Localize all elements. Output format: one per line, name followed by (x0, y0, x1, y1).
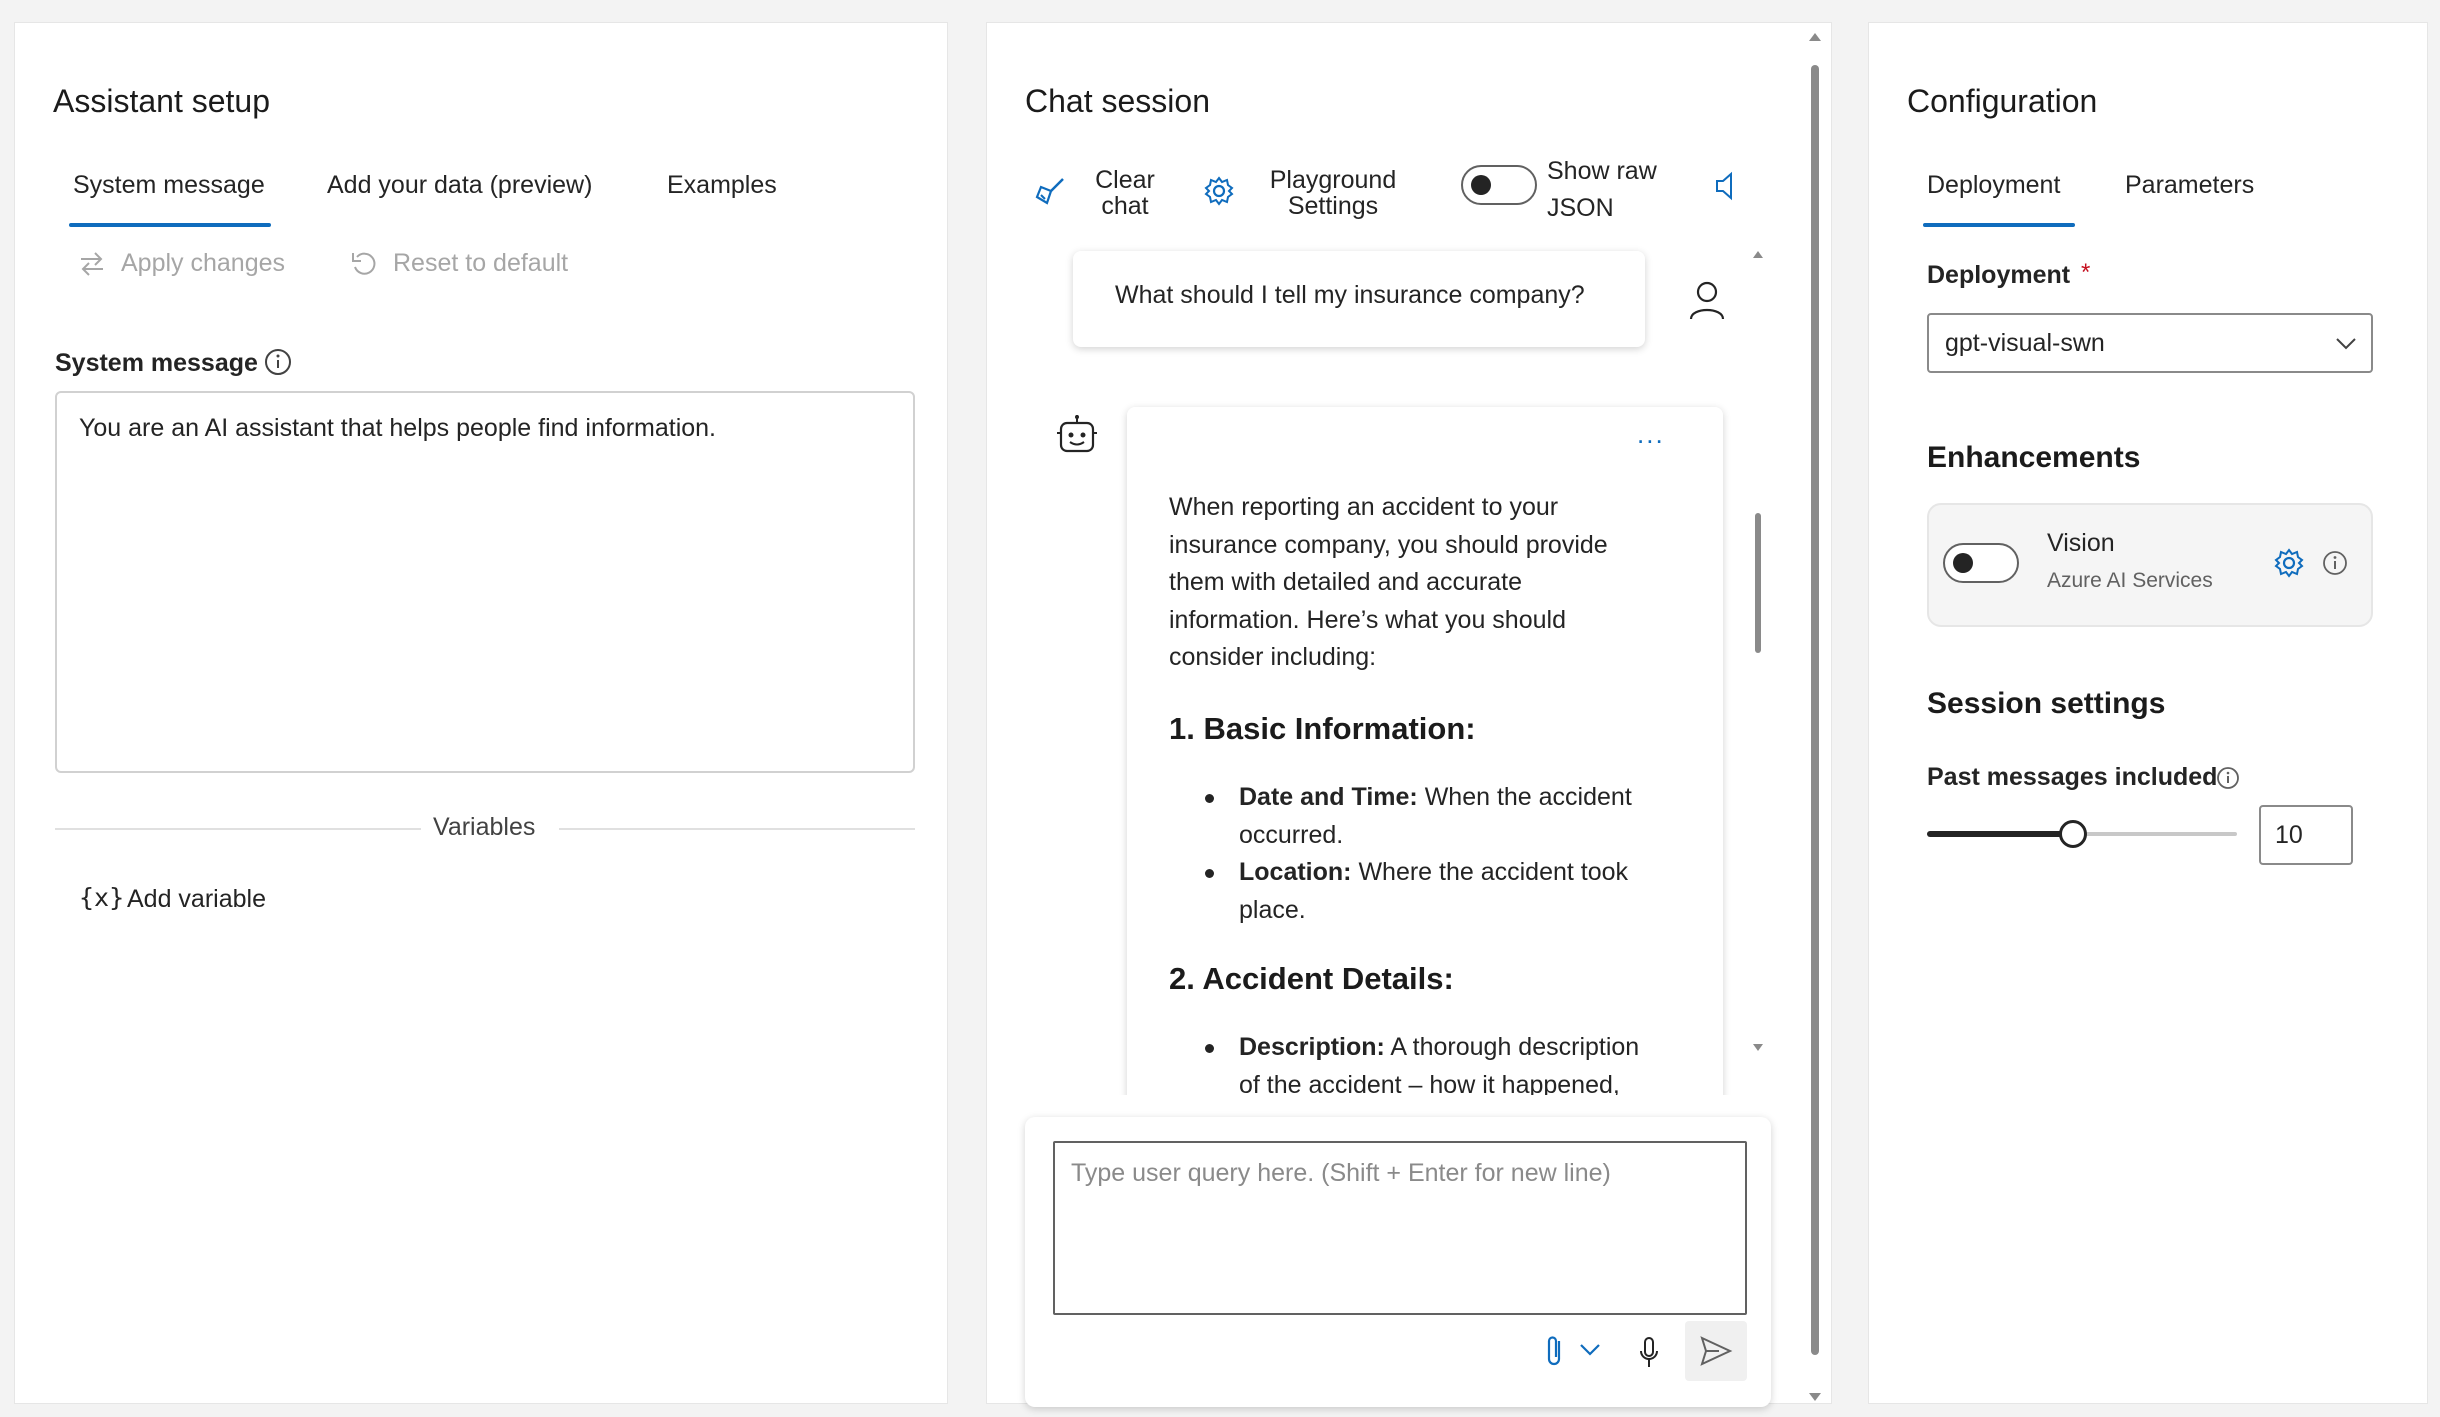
tab-examples[interactable]: Examples (667, 171, 777, 200)
tab-add-your-data[interactable]: Add your data (preview) (327, 171, 592, 200)
paperclip-icon[interactable] (1543, 1333, 1567, 1369)
deployment-select[interactable]: gpt-visual-swn (1927, 313, 2373, 373)
system-message-textarea[interactable]: You are an AI assistant that helps peopl… (55, 391, 915, 773)
reset-to-default-button[interactable]: Reset to default (349, 245, 599, 285)
apply-changes-button[interactable]: Apply changes (77, 245, 327, 285)
tab-parameters[interactable]: Parameters (2125, 171, 2254, 200)
clear-chat-button[interactable]: Clear chat (1035, 157, 1165, 227)
system-message-label: System message (55, 349, 258, 377)
chat-session-title: Chat session (1025, 83, 1210, 119)
user-icon (1687, 279, 1727, 321)
active-tab-indicator (69, 223, 271, 227)
info-icon[interactable] (2321, 549, 2349, 577)
chevron-down-icon (2333, 333, 2359, 353)
info-icon[interactable] (2215, 765, 2241, 791)
apply-changes-label: Apply changes (121, 249, 286, 277)
enhancements-title: Enhancements (1927, 441, 2141, 474)
clear-chat-label: Clear chat (1095, 166, 1155, 220)
more-icon[interactable]: ... (1637, 419, 1665, 450)
microphone-icon[interactable] (1637, 1335, 1661, 1371)
active-tab-indicator (1923, 223, 2075, 227)
add-variable-label: Add variable (127, 885, 266, 913)
configuration-panel: Configuration Deployment Parameters Depl… (1868, 22, 2428, 1404)
deployment-label: Deployment (1927, 261, 2071, 289)
show-raw-json-toggle[interactable] (1461, 165, 1537, 205)
divider (55, 828, 421, 830)
info-icon[interactable] (263, 347, 293, 377)
add-variable-button[interactable]: {x} Add variable (79, 883, 299, 923)
reset-to-default-label: Reset to default (393, 249, 569, 277)
show-raw-json-label: Show raw JSON (1547, 157, 1657, 222)
vision-toggle[interactable] (1943, 543, 2019, 583)
assistant-intro-text: When reporting an accident to your insur… (1169, 493, 1608, 671)
assistant-response-card: ... When reporting an accident to your i… (1127, 407, 1723, 1095)
panel-scrollbar[interactable] (1805, 31, 1825, 1403)
slider-thumb[interactable] (2059, 820, 2087, 848)
send-button[interactable] (1685, 1321, 1747, 1381)
tab-deployment[interactable]: Deployment (1927, 171, 2060, 200)
send-icon (1699, 1335, 1733, 1367)
past-messages-slider[interactable] (1927, 819, 2237, 849)
toggle-knob (1953, 553, 1973, 573)
conversation-area: What should I tell my insurance company?… (987, 243, 1787, 1095)
session-settings-title: Session settings (1927, 687, 2166, 720)
configuration-title: Configuration (1907, 83, 2098, 119)
slider-fill (1927, 831, 2073, 837)
vision-card: Vision Azure AI Services (1927, 503, 2373, 627)
variables-label: Variables (433, 813, 536, 841)
response-bullet: Description: A thorough description of t… (1205, 1029, 1719, 1095)
vision-sub-label: Azure AI Services (2047, 569, 2213, 592)
tab-system-message[interactable]: System message (73, 171, 265, 200)
past-messages-input[interactable]: 10 (2259, 805, 2353, 865)
user-query-input[interactable]: Type user query here. (Shift + Enter for… (1053, 1141, 1747, 1315)
playground-settings-label: Playground Settings (1269, 166, 1397, 220)
toggle-knob (1471, 175, 1491, 195)
user-message-bubble: What should I tell my insurance company? (1073, 251, 1645, 347)
compose-area: Type user query here. (Shift + Enter for… (1025, 1117, 1771, 1407)
assistant-setup-title: Assistant setup (53, 83, 270, 119)
bot-icon (1055, 413, 1099, 459)
response-heading-1: 1. Basic Information: (1169, 711, 1476, 746)
deployment-value: gpt-visual-swn (1945, 329, 2105, 357)
past-messages-label: Past messages included (1927, 763, 2218, 791)
chat-session-panel: Chat session Clear chat Playground Setti… (986, 22, 1832, 1407)
response-heading-2: 2. Accident Details: (1169, 961, 1454, 996)
broom-icon (1035, 175, 1067, 207)
chevron-down-icon[interactable] (1577, 1339, 1603, 1359)
conversation-scrollbar[interactable] (1749, 243, 1767, 1063)
undo-icon (349, 249, 379, 279)
speaker-icon[interactable] (1713, 169, 1743, 203)
response-bullet: Location: Where the accident took place. (1205, 854, 1679, 929)
swap-arrows-icon (77, 249, 107, 279)
variable-icon: {x} (79, 883, 125, 912)
required-mark: * (2081, 259, 2091, 286)
response-bullet: Date and Time: When the accident occurre… (1205, 779, 1679, 854)
assistant-setup-panel: Assistant setup System message Add your … (14, 22, 948, 1404)
divider (559, 828, 915, 830)
gear-icon (1203, 175, 1235, 207)
vision-label: Vision (2047, 529, 2115, 557)
gear-icon[interactable] (2273, 547, 2305, 579)
playground-settings-button[interactable]: Playground Settings (1203, 157, 1413, 227)
